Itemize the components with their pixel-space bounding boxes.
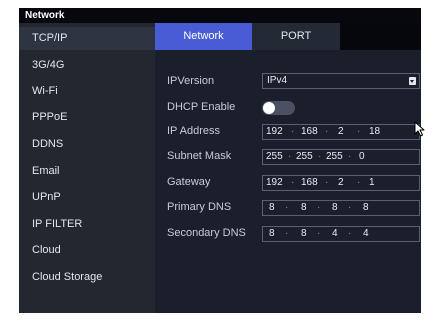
gateway-octet-2[interactable]: 168 bbox=[301, 176, 318, 190]
octet-separator: · bbox=[288, 151, 292, 162]
primary-dns-octet-2[interactable]: 8 bbox=[301, 201, 307, 215]
octet-separator: · bbox=[318, 151, 322, 162]
sidebar: TCP/IP 3G/4G Wi-Fi PPPoE DDNS Email UPnP… bbox=[19, 23, 155, 313]
ip-address-octet-4[interactable]: 18 bbox=[369, 125, 380, 139]
secondary-dns-field[interactable]: 8 · 8 · 4 · 4 bbox=[262, 226, 420, 242]
tab-port[interactable]: PORT bbox=[252, 23, 340, 50]
secondary-dns-octet-2[interactable]: 8 bbox=[301, 227, 307, 241]
sidebar-item-pppoe[interactable]: PPPoE bbox=[19, 106, 155, 129]
subnet-mask-octet-4[interactable]: 0 bbox=[359, 150, 365, 164]
gateway-octet-3[interactable]: 2 bbox=[338, 176, 344, 190]
octet-separator: · bbox=[317, 228, 321, 239]
octet-separator: · bbox=[285, 228, 289, 239]
toggle-knob bbox=[263, 102, 275, 114]
ip-version-select[interactable]: IPv4 bbox=[262, 73, 420, 89]
octet-separator: · bbox=[317, 202, 321, 213]
sidebar-item-cloud[interactable]: Cloud bbox=[19, 239, 155, 262]
subnet-mask-label: Subnet Mask bbox=[167, 150, 232, 162]
network-settings-panel: Network PORT IPVersion IPv4 DHCP Enable … bbox=[155, 23, 421, 313]
sidebar-item-ddns[interactable]: DDNS bbox=[19, 133, 155, 156]
primary-dns-field[interactable]: 8 · 8 · 8 · 8 bbox=[262, 200, 420, 216]
sidebar-item-wifi[interactable]: Wi-Fi bbox=[19, 80, 155, 103]
octet-separator: · bbox=[348, 228, 352, 239]
gateway-octet-4[interactable]: 1 bbox=[369, 176, 375, 190]
sidebar-item-cloud-storage[interactable]: Cloud Storage bbox=[19, 266, 155, 289]
tab-bar: Network PORT bbox=[155, 23, 421, 50]
ip-address-field[interactable]: 192 · 168 · 2 · 18 bbox=[262, 124, 420, 140]
octet-separator: · bbox=[357, 126, 361, 137]
secondary-dns-octet-1[interactable]: 8 bbox=[269, 227, 275, 241]
ip-address-label: IP Address bbox=[167, 125, 220, 137]
gateway-field[interactable]: 192 · 168 · 2 · 1 bbox=[262, 175, 420, 191]
sidebar-item-email[interactable]: Email bbox=[19, 160, 155, 183]
primary-dns-octet-1[interactable]: 8 bbox=[269, 201, 275, 215]
octet-separator: · bbox=[325, 177, 329, 188]
ip-version-value: IPv4 bbox=[267, 75, 288, 86]
primary-dns-octet-4[interactable]: 8 bbox=[363, 201, 369, 215]
primary-dns-label: Primary DNS bbox=[167, 201, 232, 213]
octet-separator: · bbox=[348, 151, 352, 162]
window-title: Network bbox=[19, 8, 421, 23]
subnet-mask-octet-3[interactable]: 255 bbox=[326, 150, 343, 164]
subnet-mask-octet-1[interactable]: 255 bbox=[266, 150, 283, 164]
mouse-pointer-icon bbox=[414, 121, 425, 137]
gateway-octet-1[interactable]: 192 bbox=[266, 176, 283, 190]
gateway-label: Gateway bbox=[167, 176, 211, 188]
network-settings-window: Network TCP/IP 3G/4G Wi-Fi PPPoE DDNS Em… bbox=[19, 8, 421, 313]
octet-separator: · bbox=[291, 177, 295, 188]
octet-separator: · bbox=[325, 126, 329, 137]
subnet-mask-octet-2[interactable]: 255 bbox=[296, 150, 313, 164]
tab-network[interactable]: Network bbox=[155, 23, 252, 50]
ip-address-octet-3[interactable]: 2 bbox=[338, 125, 344, 139]
chevron-down-icon[interactable] bbox=[409, 77, 416, 85]
secondary-dns-label: Secondary DNS bbox=[167, 227, 246, 239]
octet-separator: · bbox=[285, 202, 289, 213]
sidebar-item-ip-filter[interactable]: IP FILTER bbox=[19, 213, 155, 236]
sidebar-item-3g4g[interactable]: 3G/4G bbox=[19, 54, 155, 77]
secondary-dns-octet-4[interactable]: 4 bbox=[363, 227, 369, 241]
sidebar-item-upnp[interactable]: UPnP bbox=[19, 186, 155, 209]
ip-version-label: IPVersion bbox=[167, 75, 215, 87]
sidebar-item-tcpip[interactable]: TCP/IP bbox=[19, 27, 155, 50]
dhcp-enable-toggle[interactable] bbox=[262, 101, 295, 115]
octet-separator: · bbox=[348, 202, 352, 213]
primary-dns-octet-3[interactable]: 8 bbox=[332, 201, 338, 215]
octet-separator: · bbox=[291, 126, 295, 137]
dhcp-enable-label: DHCP Enable bbox=[167, 101, 236, 113]
ip-address-octet-2[interactable]: 168 bbox=[301, 125, 318, 139]
secondary-dns-octet-3[interactable]: 4 bbox=[332, 227, 338, 241]
ip-address-octet-1[interactable]: 192 bbox=[266, 125, 283, 139]
octet-separator: · bbox=[357, 177, 361, 188]
subnet-mask-field[interactable]: 255 · 255 · 255 · 0 bbox=[262, 149, 420, 165]
